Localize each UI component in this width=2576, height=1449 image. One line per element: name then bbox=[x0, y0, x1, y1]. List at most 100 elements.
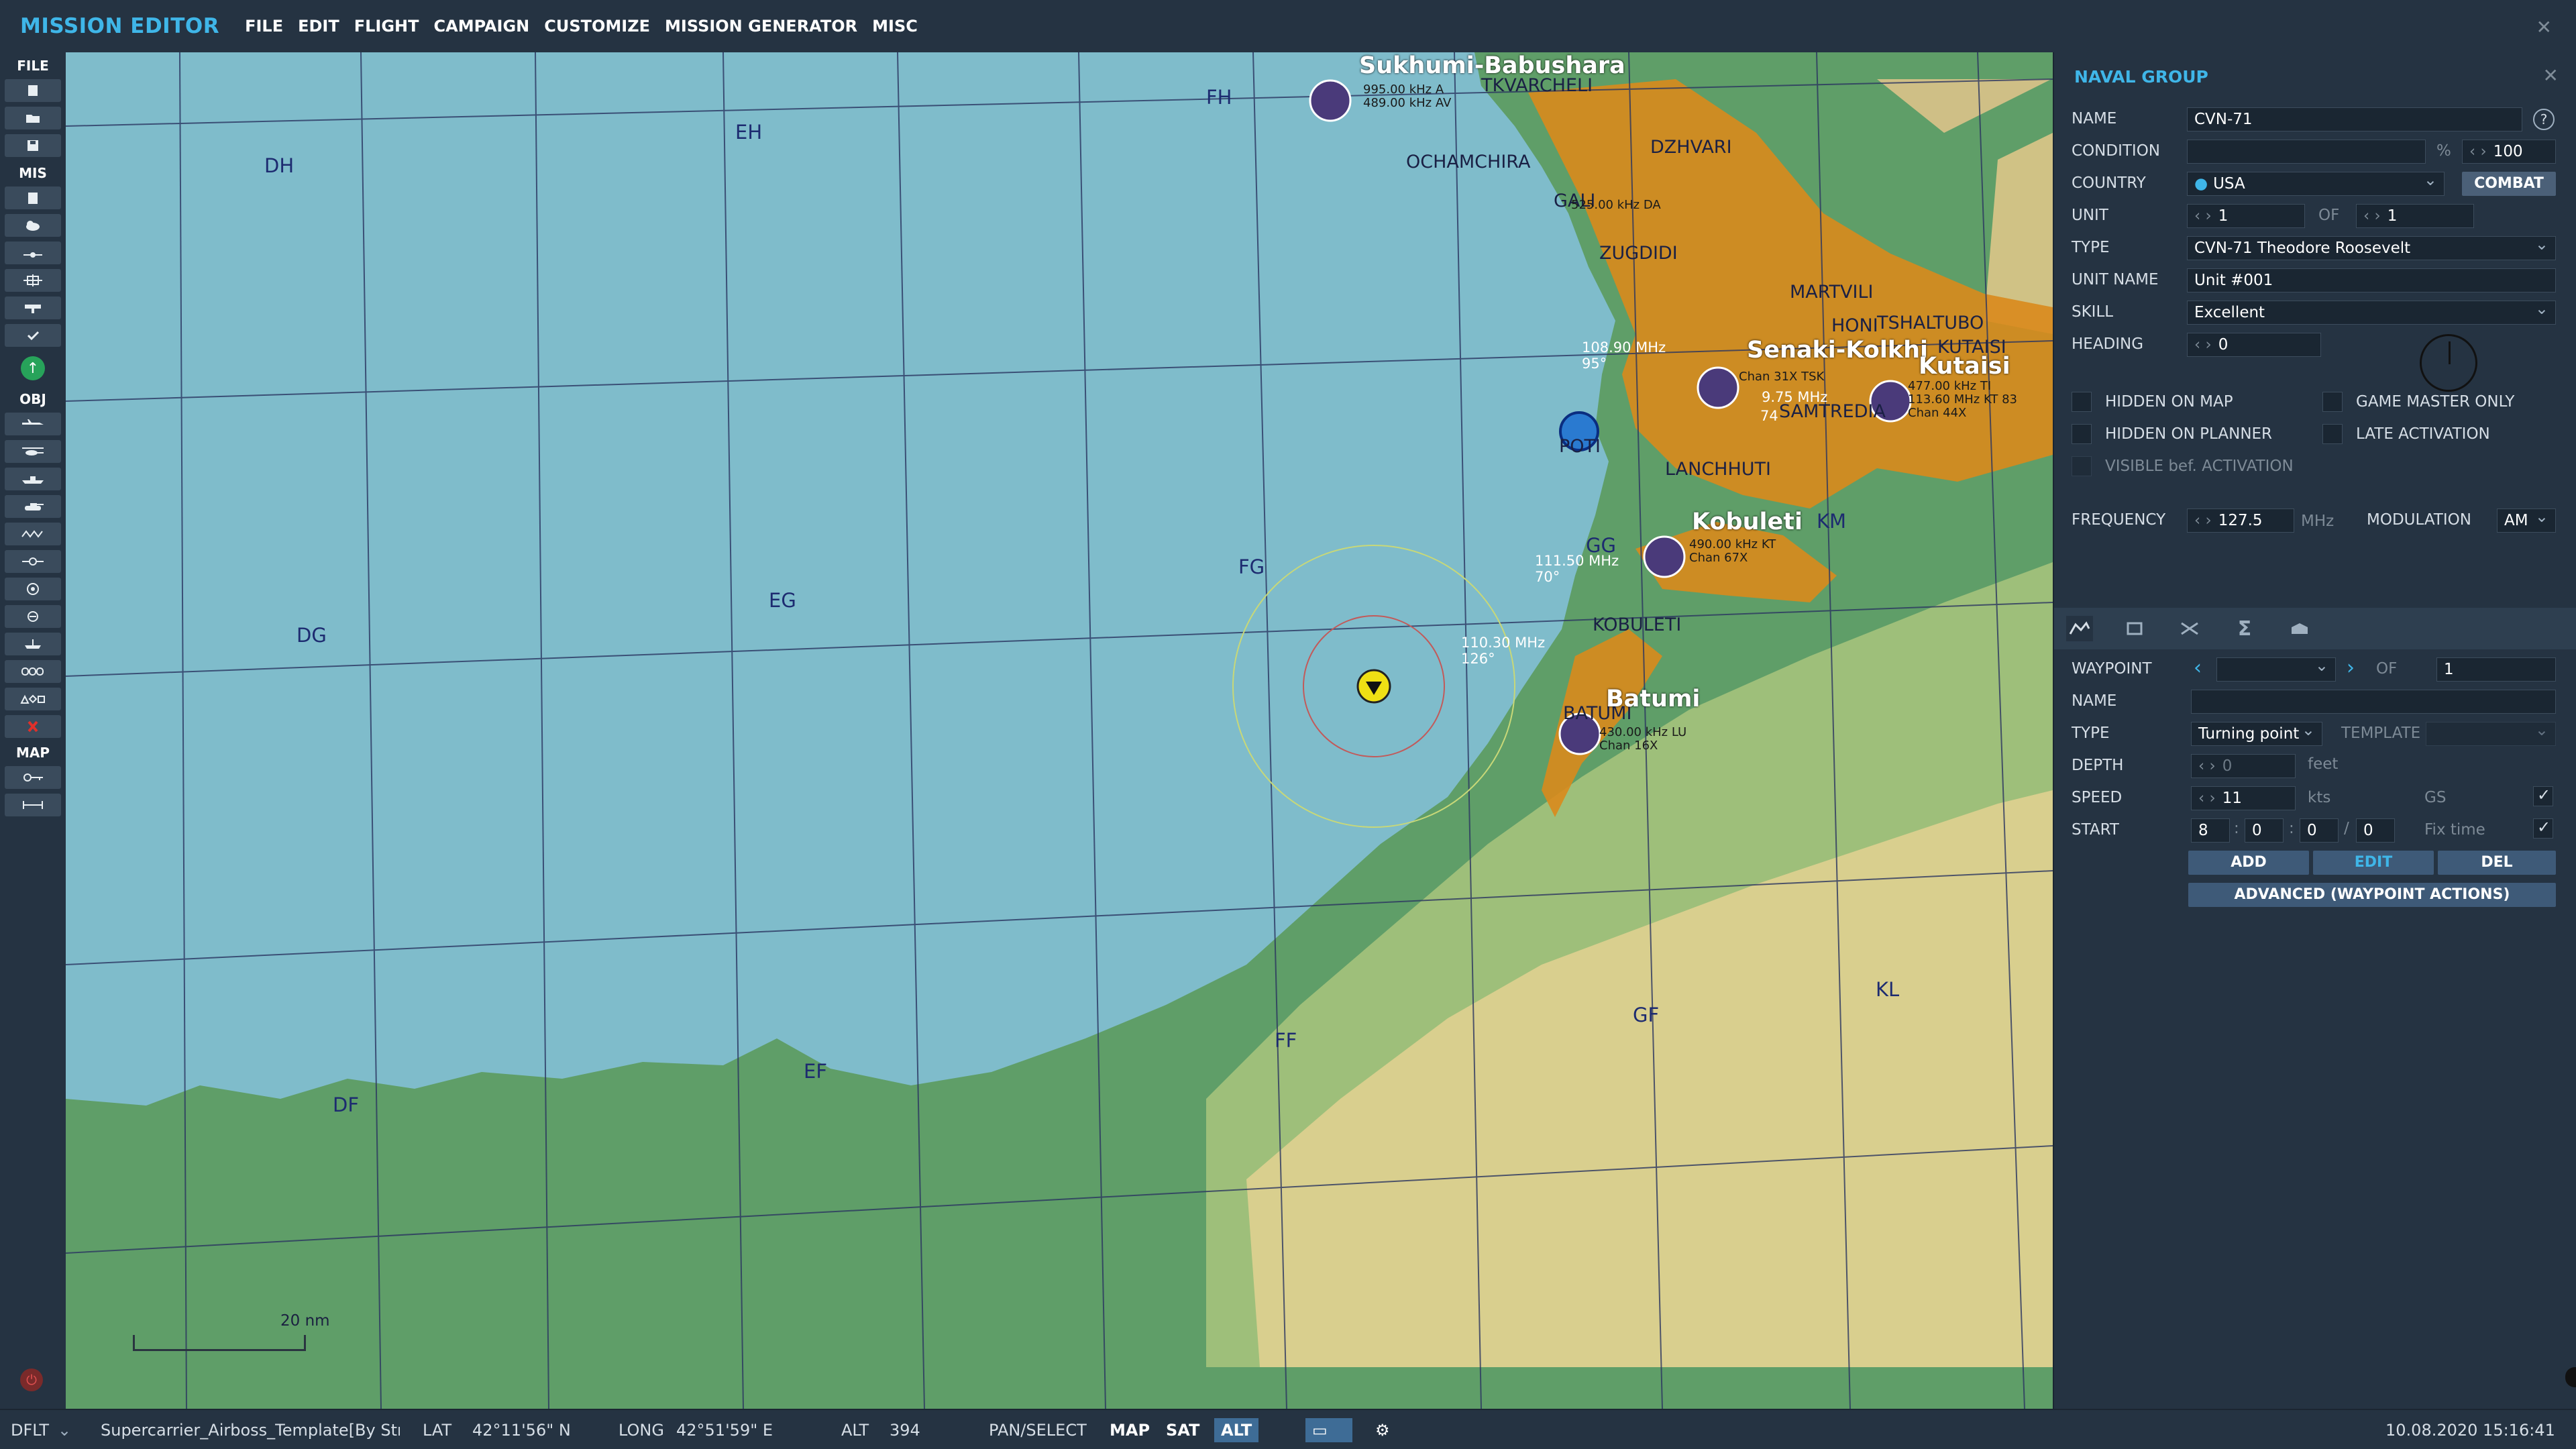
add-group-button[interactable] bbox=[5, 660, 61, 683]
template-select[interactable] bbox=[2426, 722, 2556, 746]
depth-stepper[interactable]: ‹ › 0 bbox=[2191, 754, 2296, 778]
panel-collapse-icon[interactable] bbox=[2565, 1367, 2576, 1387]
exit-editor-icon[interactable]: ⏻ bbox=[20, 1368, 43, 1391]
window-close-icon[interactable]: ✕ bbox=[2536, 16, 2552, 38]
waypoint-next-icon[interactable]: › bbox=[2347, 656, 2355, 680]
stepper-arrows-icon[interactable]: ‹ › bbox=[2469, 143, 2487, 160]
unit-stepper[interactable]: ‹ › 1 bbox=[2187, 204, 2305, 228]
start-minute-input[interactable]: 0 bbox=[2300, 818, 2339, 843]
add-navpoint-button[interactable] bbox=[5, 578, 61, 600]
new-mission-button[interactable] bbox=[5, 79, 61, 102]
late-activation-checkbox[interactable] bbox=[2322, 424, 2343, 444]
map-canvas[interactable] bbox=[66, 52, 2053, 1409]
game-master-only-checkbox[interactable] bbox=[2322, 392, 2343, 412]
tab-route-icon[interactable] bbox=[2066, 616, 2093, 641]
save-mission-button[interactable] bbox=[5, 134, 61, 157]
start-hour-input[interactable]: 0 bbox=[2245, 818, 2284, 843]
waypoint-select[interactable] bbox=[2216, 657, 2336, 682]
add-waypoint-button[interactable]: ADD bbox=[2188, 851, 2309, 875]
triggers-button[interactable] bbox=[5, 269, 61, 292]
tab-triggered-actions-icon[interactable] bbox=[2121, 616, 2148, 641]
add-boat-button[interactable] bbox=[5, 633, 61, 655]
menu-file[interactable]: FILE bbox=[245, 17, 283, 36]
screenshot-icon[interactable]: ▭ bbox=[1305, 1418, 1352, 1442]
heading-stepper[interactable]: ‹ › 0 bbox=[2187, 333, 2321, 357]
tab-payload-icon[interactable] bbox=[2176, 616, 2203, 641]
stepper-arrows-icon[interactable]: ‹ › bbox=[2198, 790, 2216, 807]
panel-close-icon[interactable]: ✕ bbox=[2543, 64, 2559, 87]
speed-stepper[interactable]: ‹ › 11 bbox=[2191, 786, 2296, 810]
menu-edit[interactable]: EDIT bbox=[298, 17, 339, 36]
draw-shapes-button[interactable] bbox=[5, 688, 61, 710]
airbase-senaki[interactable]: Senaki-Kolkhi bbox=[1747, 337, 1928, 364]
modulation-select[interactable]: AM bbox=[2497, 508, 2556, 533]
alt-view-button[interactable]: ALT bbox=[1214, 1418, 1259, 1442]
briefing-button[interactable] bbox=[5, 186, 61, 209]
frequency-stepper[interactable]: ‹ › 127.5 bbox=[2187, 508, 2294, 533]
add-ship-button[interactable] bbox=[5, 468, 61, 490]
add-static-button[interactable] bbox=[5, 523, 61, 545]
delete-object-button[interactable] bbox=[5, 715, 61, 738]
skill-select[interactable]: Excellent bbox=[2187, 301, 2556, 325]
waypoint-prev-icon[interactable]: ‹ bbox=[2194, 656, 2202, 680]
settings-gear-icon[interactable]: ⚙ bbox=[1368, 1418, 1397, 1442]
map-options-button[interactable] bbox=[5, 766, 61, 789]
chevron-down-icon[interactable]: ⌄ bbox=[58, 1421, 71, 1440]
add-helicopter-button[interactable] bbox=[5, 440, 61, 463]
advanced-waypoint-actions-button[interactable]: ADVANCED (WAYPOINT ACTIONS) bbox=[2188, 883, 2556, 907]
combat-button[interactable]: COMBAT bbox=[2462, 172, 2556, 196]
add-airplane-button[interactable] bbox=[5, 413, 61, 435]
add-trigger-zone-button[interactable] bbox=[5, 550, 61, 573]
map-view[interactable]: DH EH FH DG EG FG GG KM DF EF FF GF KL T… bbox=[66, 52, 2053, 1409]
add-vehicle-button[interactable] bbox=[5, 495, 61, 518]
waypoint-name-input[interactable] bbox=[2191, 690, 2556, 714]
fix-time-checkbox[interactable] bbox=[2533, 818, 2553, 839]
type-select[interactable]: CVN-71 Theodore Roosevelt bbox=[2187, 236, 2556, 260]
stepper-arrows-icon[interactable]: ‹ › bbox=[2363, 207, 2381, 225]
country-select[interactable]: ● USA bbox=[2187, 172, 2445, 196]
start-day-input[interactable]: 8 bbox=[2191, 818, 2230, 843]
visible-before-activation-checkbox[interactable] bbox=[2072, 456, 2092, 476]
condition-stepper[interactable]: ‹ › 100 bbox=[2462, 140, 2556, 164]
resources-button[interactable] bbox=[5, 297, 61, 319]
sat-view-button[interactable]: SAT bbox=[1159, 1418, 1206, 1442]
mission-goals-button[interactable] bbox=[5, 241, 61, 264]
condition-input[interactable] bbox=[2187, 140, 2426, 164]
stepper-arrows-icon[interactable]: ‹ › bbox=[2198, 757, 2216, 775]
gs-checkbox[interactable] bbox=[2533, 786, 2553, 806]
help-icon[interactable]: ? bbox=[2533, 109, 2555, 130]
heading-compass-icon[interactable] bbox=[2420, 334, 2477, 392]
edit-waypoint-button[interactable]: EDIT bbox=[2313, 851, 2434, 875]
waypoint-type-select[interactable]: Turning point bbox=[2191, 722, 2322, 746]
fly-mission-icon[interactable]: ↑ bbox=[21, 356, 45, 380]
pan-select-mode[interactable]: PAN/SELECT bbox=[989, 1421, 1087, 1440]
airbase-kobuleti[interactable]: Kobuleti bbox=[1692, 508, 1803, 535]
menu-mission-generator[interactable]: MISSION GENERATOR bbox=[665, 17, 857, 36]
airbase-sukhumi[interactable]: Sukhumi-Babushara bbox=[1359, 52, 1625, 79]
map-view-button[interactable]: MAP bbox=[1103, 1418, 1157, 1442]
weather-button[interactable] bbox=[5, 214, 61, 237]
hidden-on-planner-checkbox[interactable] bbox=[2072, 424, 2092, 444]
open-mission-button[interactable] bbox=[5, 107, 61, 129]
stepper-arrows-icon[interactable]: ‹ › bbox=[2194, 336, 2212, 354]
menu-customize[interactable]: CUSTOMIZE bbox=[544, 17, 650, 36]
airbase-batumi[interactable]: Batumi bbox=[1606, 686, 1700, 712]
airbase-kutaisi[interactable]: Kutaisi bbox=[1919, 353, 2010, 380]
delete-waypoint-button[interactable]: DEL bbox=[2438, 851, 2556, 875]
check-mission-button[interactable] bbox=[5, 324, 61, 347]
stepper-arrows-icon[interactable]: ‹ › bbox=[2194, 512, 2212, 529]
unit-name-input[interactable]: Unit #001 bbox=[2187, 268, 2556, 292]
menu-misc[interactable]: MISC bbox=[872, 17, 918, 36]
ruler-button[interactable] bbox=[5, 794, 61, 816]
add-template-button[interactable] bbox=[5, 605, 61, 628]
stepper-arrows-icon[interactable]: ‹ › bbox=[2194, 207, 2212, 225]
tab-nav-target-icon[interactable] bbox=[2286, 616, 2313, 641]
group-name-input[interactable]: CVN-71 bbox=[2187, 107, 2522, 131]
menu-flight[interactable]: FLIGHT bbox=[354, 17, 419, 36]
start-second-input[interactable]: 0 bbox=[2356, 818, 2395, 843]
menu-campaign[interactable]: CAMPAIGN bbox=[434, 17, 530, 36]
unit-of-stepper[interactable]: ‹ › 1 bbox=[2356, 204, 2474, 228]
mode-select[interactable]: DFLT bbox=[11, 1421, 49, 1440]
tab-summary-icon[interactable]: Σ bbox=[2231, 616, 2258, 641]
hidden-on-map-checkbox[interactable] bbox=[2072, 392, 2092, 412]
